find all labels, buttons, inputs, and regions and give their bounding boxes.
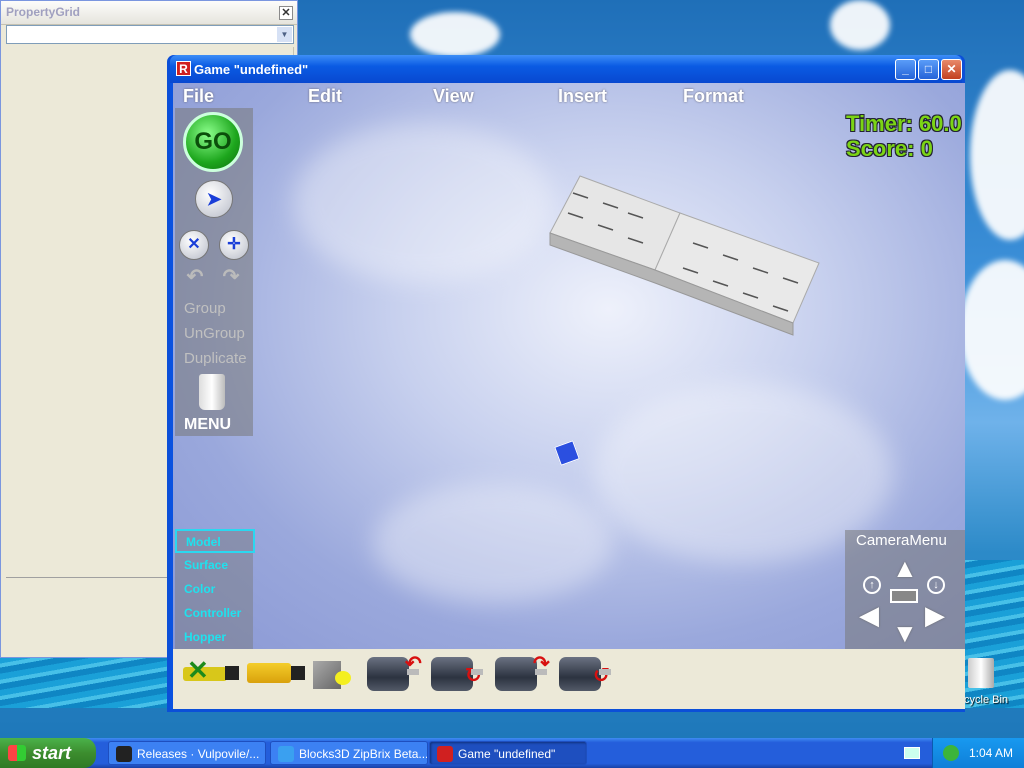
motor-forward-icon[interactable]: ↺ — [559, 657, 611, 691]
maximize-button[interactable]: □ — [918, 59, 939, 80]
redo-icon[interactable]: ↷ — [219, 266, 243, 288]
chevron-down-icon[interactable]: ▼ — [277, 27, 292, 42]
duplicate-button[interactable]: Duplicate — [184, 350, 247, 367]
motor-right-icon[interactable]: ↷ — [495, 653, 550, 691]
game-window: R Game "undefined" _ □ ✕ File Edit View … — [167, 55, 965, 712]
motor-left-icon[interactable]: ↶ — [367, 653, 422, 691]
network-icon[interactable] — [943, 745, 959, 761]
timer-readout: Timer: 60.0 — [846, 111, 962, 136]
glue-tool-icon[interactable] — [247, 657, 305, 691]
taskbar-item-game[interactable]: Game "undefined" — [429, 741, 587, 765]
github-icon — [116, 746, 132, 762]
zoom-in-icon[interactable]: ↑ — [863, 576, 881, 594]
score-readout: Score: 0 — [846, 136, 933, 161]
block-part-icon[interactable] — [313, 657, 355, 691]
game-titlebar[interactable]: R Game "undefined" _ □ ✕ — [170, 55, 962, 83]
undo-icon[interactable]: ↶ — [183, 266, 207, 288]
mode-color[interactable]: Color — [184, 582, 215, 596]
minimize-button[interactable]: _ — [895, 59, 916, 80]
move-tool-icon[interactable]: ✛ — [219, 230, 249, 260]
camera-right-arrow-icon[interactable]: ▶ — [925, 602, 945, 628]
object-select-dropdown[interactable]: ▼ — [6, 25, 294, 44]
close-icon[interactable]: ✕ — [279, 6, 293, 20]
app-logo-icon: R — [176, 61, 191, 76]
camera-down-arrow-icon[interactable]: ▼ — [892, 620, 918, 646]
recycle-bin-shortcut[interactable]: cycle Bin — [964, 658, 1024, 718]
mode-controller[interactable]: Controller — [184, 606, 241, 620]
trash-icon[interactable] — [199, 374, 225, 410]
camera-left-arrow-icon[interactable]: ◀ — [859, 602, 879, 628]
menu-insert[interactable]: Insert — [558, 86, 607, 107]
menu-view[interactable]: View — [433, 86, 474, 107]
mode-list: Model Surface Color Controller Hopper — [175, 529, 255, 649]
recycle-bin-icon — [968, 658, 994, 688]
close-button[interactable]: ✕ — [941, 59, 962, 80]
mode-hopper[interactable]: Hopper — [184, 630, 226, 644]
app-logo-icon — [437, 746, 453, 762]
system-tray: 1:04 AM — [932, 738, 1024, 768]
browser-icon — [278, 746, 294, 762]
tool-palette: GO ➤ ✕ ✛ ↶ ↷ Group UnGroup Duplicate MEN… — [175, 108, 253, 436]
menu-file[interactable]: File — [183, 86, 214, 107]
mode-model[interactable]: Model — [175, 529, 255, 553]
property-grid-title: PropertyGrid — [6, 5, 81, 19]
property-grid-titlebar[interactable]: PropertyGrid ✕ — [1, 1, 297, 25]
scale-tool-icon[interactable]: ✕ — [179, 230, 209, 260]
menu-button[interactable]: MENU — [184, 416, 231, 434]
3d-viewport[interactable]: File Edit View Insert Format Timer: 60.0… — [173, 83, 965, 649]
zoom-out-icon[interactable]: ↓ — [927, 576, 945, 594]
start-button[interactable]: start — [0, 738, 96, 768]
taskbar-item-blocks3d[interactable]: Blocks3D ZipBrix Beta... — [270, 741, 428, 765]
start-label: start — [32, 743, 72, 763]
taskbar: start Releases · Vulpovile/... Blocks3D … — [0, 738, 1024, 768]
camera-menu: CameraMenu ▲ ↑ ↓ ◀ ▶ ▼ — [845, 530, 965, 649]
motor-rotate-icon[interactable]: ↻ — [431, 657, 483, 691]
parts-toolbar: ✕ ↶ ↻ ↷ ↺ — [173, 649, 965, 709]
recycle-bin-label: cycle Bin — [964, 694, 1009, 706]
pointer-tool-icon[interactable]: ➤ — [195, 180, 233, 218]
go-button[interactable]: GO — [183, 112, 243, 172]
camera-center-icon[interactable] — [890, 589, 918, 603]
windows-logo-icon — [8, 745, 26, 761]
camera-up-arrow-icon[interactable]: ▲ — [892, 555, 918, 581]
ungroup-button[interactable]: UnGroup — [184, 325, 245, 342]
taskbar-item-releases[interactable]: Releases · Vulpovile/... — [108, 741, 266, 765]
selected-part[interactable] — [554, 440, 580, 466]
keyboard-icon[interactable] — [904, 747, 920, 759]
brick-model[interactable] — [543, 173, 823, 353]
clock[interactable]: 1:04 AM — [969, 746, 1013, 760]
menu-format[interactable]: Format — [683, 86, 744, 107]
delete-part-icon[interactable]: ✕ — [183, 655, 239, 691]
mode-surface[interactable]: Surface — [184, 558, 228, 572]
camera-menu-title: CameraMenu — [856, 532, 947, 549]
game-window-title: Game "undefined" — [194, 62, 309, 77]
group-button[interactable]: Group — [184, 300, 226, 317]
menu-edit[interactable]: Edit — [308, 86, 342, 107]
